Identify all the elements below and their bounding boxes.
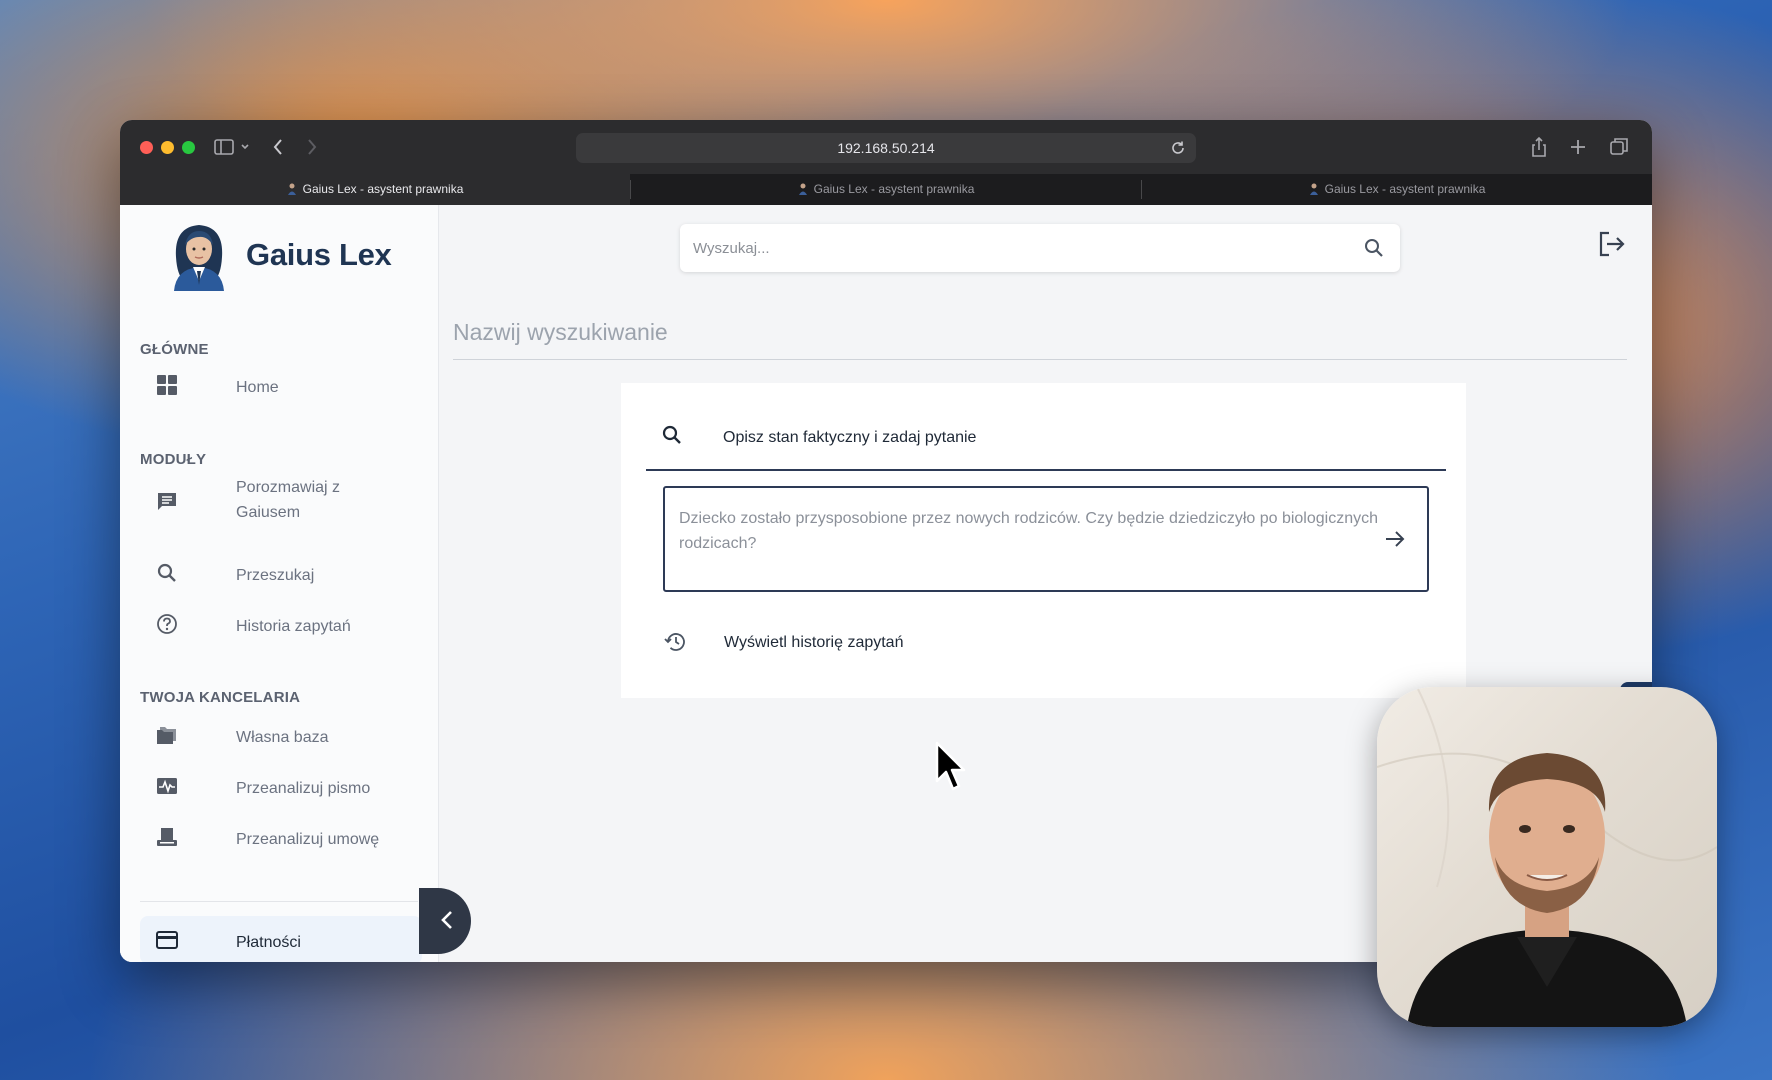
browser-tab[interactable]: Gaius Lex - asystent prawnika (120, 174, 630, 205)
browser-tab[interactable]: Gaius Lex - asystent prawnika (631, 174, 1141, 205)
sidebar-item-payments[interactable]: Płatności (140, 916, 422, 962)
section-title-glowne: GŁÓWNE (140, 341, 209, 358)
search-icon (157, 563, 176, 582)
browser-titlebar: 192.168.50.214 (120, 120, 1652, 174)
sidebar-item-label: Przeanalizuj pismo (236, 780, 371, 797)
credit-card-icon (156, 931, 178, 949)
maximize-window-button[interactable] (182, 141, 195, 154)
chevron-down-icon[interactable] (240, 132, 250, 162)
query-heading: Opisz stan faktyczny i zadaj pytanie (723, 429, 977, 446)
sidebar-item-label: Historia zapytań (236, 618, 351, 635)
favicon-icon (798, 176, 808, 195)
query-card: Opisz stan faktyczny i zadaj pytanie Wyś… (621, 383, 1466, 698)
sidebar: Gaius Lex GŁÓWNE Home MODUŁY Porozmawiaj… (120, 205, 439, 962)
show-history-link[interactable]: Wyświetl historię zapytań (663, 623, 1063, 663)
reload-icon[interactable] (1170, 140, 1186, 156)
document-icon (157, 828, 177, 846)
folder-icon (157, 727, 176, 744)
tab-bar: Gaius Lex - asystent prawnika Gaius Lex … (120, 174, 1652, 205)
sidebar-item-own-database[interactable]: Własna baza (140, 713, 422, 757)
share-icon[interactable] (1530, 132, 1548, 162)
sidebar-item-label: Przeszukaj (236, 567, 315, 584)
minimize-window-button[interactable] (161, 141, 174, 154)
tab-overview-icon[interactable] (1609, 132, 1629, 162)
sidebar-divider (140, 901, 418, 902)
section-title-moduly: MODUŁY (140, 451, 207, 468)
search-icon (662, 425, 681, 444)
section-title-kancelaria: TWOJA KANCELARIA (140, 689, 301, 706)
query-input-box (663, 486, 1429, 606)
tab-title: Gaius Lex - asystent prawnika (1324, 182, 1486, 196)
brand-logo[interactable]: Gaius Lex (164, 219, 434, 291)
sidebar-item-history[interactable]: Historia zapytań (140, 602, 422, 646)
search-name-field[interactable]: Nazwij wyszukiwanie (453, 319, 1627, 360)
presenter-image (1377, 687, 1717, 1027)
address-bar[interactable]: 192.168.50.214 (576, 133, 1196, 163)
sidebar-item-label: Własna baza (236, 729, 329, 746)
favicon-icon (287, 176, 297, 195)
collapse-sidebar-button[interactable] (419, 888, 471, 954)
history-link-label: Wyświetl historię zapytań (724, 634, 904, 651)
brand-name: Gaius Lex (246, 237, 392, 272)
pulse-icon (157, 778, 177, 794)
grid-icon (157, 375, 177, 395)
help-circle-icon (157, 614, 177, 634)
history-icon (664, 633, 685, 651)
sidebar-item-label: Home (236, 379, 279, 396)
new-tab-icon[interactable] (1569, 132, 1587, 162)
browser-tab[interactable]: Gaius Lex - asystent prawnika (1142, 174, 1652, 205)
query-header: Opisz stan faktyczny i zadaj pytanie (646, 403, 1446, 471)
sidebar-item-label: Porozmawiaj z Gaiusem (236, 479, 341, 521)
chevron-left-icon (441, 911, 452, 929)
sidebar-item-search[interactable]: Przeszukaj (140, 551, 422, 595)
search-icon[interactable] (1364, 238, 1384, 258)
sidebar-item-label: Płatności (236, 934, 301, 951)
back-icon[interactable] (272, 132, 284, 162)
tab-title: Gaius Lex - asystent prawnika (813, 182, 975, 196)
webcam-overlay (1377, 687, 1717, 1027)
sidebar-item-analyze-contract[interactable]: Przeanalizuj umowę (140, 815, 422, 859)
sidebar-item-analyze-letter[interactable]: Przeanalizuj pismo (140, 764, 422, 808)
logout-icon[interactable] (1598, 231, 1626, 257)
close-window-button[interactable] (140, 141, 153, 154)
search-input[interactable] (680, 224, 1353, 272)
tab-title: Gaius Lex - asystent prawnika (302, 182, 464, 196)
query-textarea[interactable] (665, 488, 1379, 606)
sidebar-item-chat[interactable]: Porozmawiaj z Gaiusem (140, 475, 422, 529)
chat-icon (158, 493, 176, 510)
sidebar-toggle-icon[interactable] (214, 132, 234, 162)
avatar-logo-icon (174, 225, 224, 291)
url-text: 192.168.50.214 (837, 140, 935, 156)
mouse-cursor-icon (935, 741, 966, 791)
sidebar-item-home[interactable]: Home (140, 363, 422, 407)
arrow-right-icon[interactable] (1385, 530, 1405, 548)
forward-icon[interactable] (306, 132, 318, 162)
sidebar-item-label: Przeanalizuj umowę (236, 831, 380, 848)
favicon-icon (1309, 176, 1319, 195)
global-search (680, 224, 1400, 272)
